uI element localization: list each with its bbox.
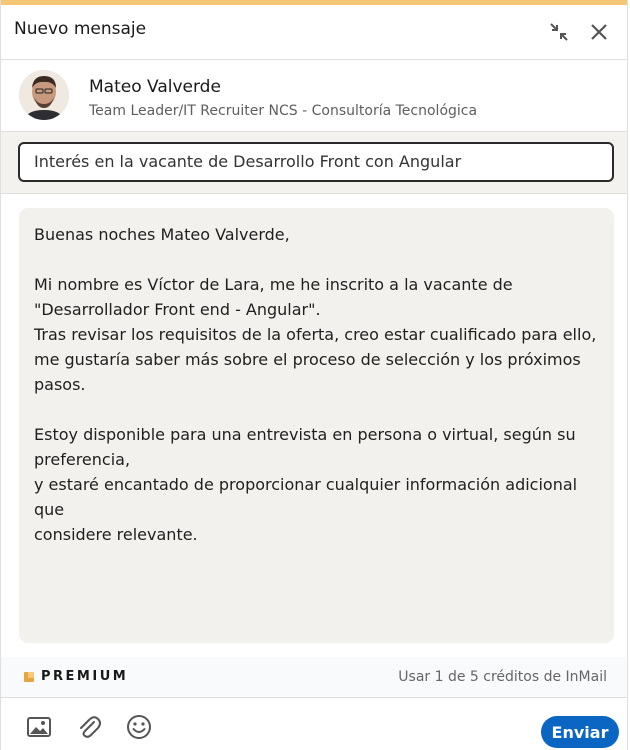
inmail-credits-text: Usar 1 de 5 créditos de InMail: [398, 669, 607, 685]
message-line: pasos.: [34, 375, 86, 394]
message-line: "Desarrollador Front end - Angular".: [34, 300, 321, 319]
message-line: y estaré encantado de proporcionar cualq…: [34, 475, 578, 519]
message-line: considere relevante.: [34, 525, 198, 544]
subject-input[interactable]: Interés en la vacante de Desarrollo Fron…: [18, 142, 614, 182]
message-body-input[interactable]: Buenas noches Mateo Valverde, Mi nombre …: [19, 208, 614, 643]
attach-image-button[interactable]: [25, 713, 53, 741]
send-button[interactable]: Enviar: [541, 716, 619, 748]
message-line: me gustaría saber más sobre el proceso d…: [34, 350, 581, 369]
message-line: Mi nombre es Víctor de Lara, me he inscr…: [34, 275, 513, 294]
message-footer: Enviar: [1, 698, 627, 750]
premium-badge-icon: [24, 672, 34, 682]
close-icon: [591, 24, 607, 40]
image-icon: [27, 717, 51, 737]
recipient-card: Mateo Valverde Team Leader/IT Recruiter …: [1, 60, 627, 132]
recipient-name[interactable]: Mateo Valverde: [89, 77, 221, 97]
new-message-window: Nuevo mensaje Mateo Valverde Team Leader…: [0, 0, 628, 750]
message-line: Buenas noches Mateo Valverde,: [34, 225, 290, 244]
subject-section: Interés en la vacante de Desarrollo Fron…: [1, 132, 627, 194]
recipient-headline: Team Leader/IT Recruiter NCS - Consultor…: [89, 103, 478, 119]
window-title: Nuevo mensaje: [14, 19, 147, 39]
message-line: preferencia,: [34, 450, 131, 469]
premium-row: PREMIUM Usar 1 de 5 créditos de InMail: [1, 657, 627, 698]
message-line: Estoy disponible para una entrevista en …: [34, 425, 576, 444]
collapse-arrows-icon: [550, 23, 568, 41]
emoji-icon: [127, 715, 151, 739]
close-button[interactable]: [585, 18, 613, 46]
message-line: Tras revisar los requisitos de la oferta…: [34, 325, 597, 344]
attach-file-button[interactable]: [75, 713, 103, 741]
emoji-button[interactable]: [125, 713, 153, 741]
collapse-button[interactable]: [545, 18, 573, 46]
recipient-avatar[interactable]: [19, 70, 69, 120]
message-header: Nuevo mensaje: [1, 5, 627, 60]
premium-label: PREMIUM: [41, 669, 129, 684]
attachment-icon: [80, 716, 101, 738]
